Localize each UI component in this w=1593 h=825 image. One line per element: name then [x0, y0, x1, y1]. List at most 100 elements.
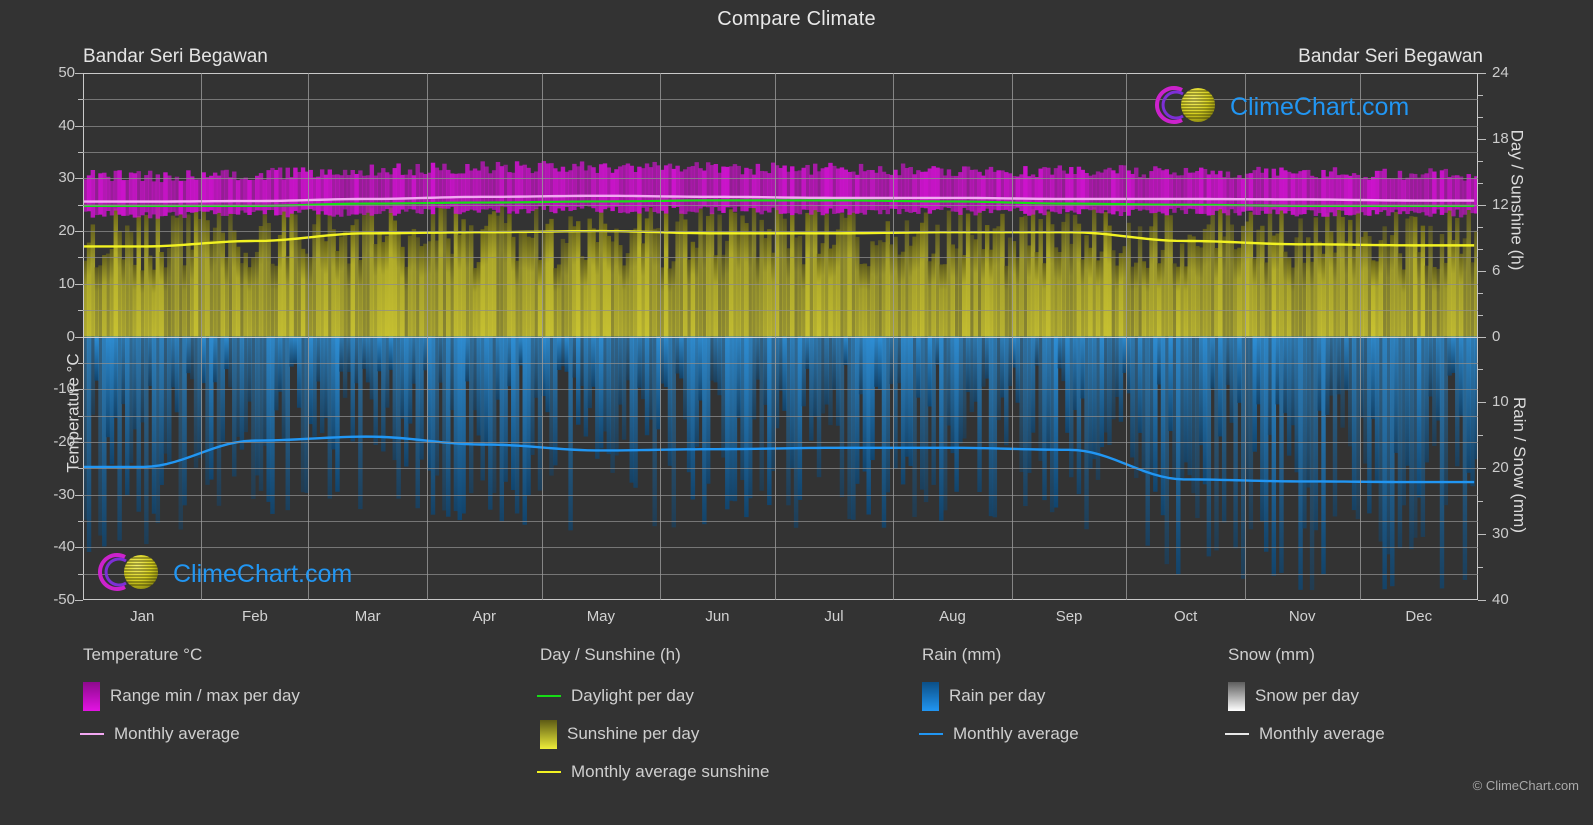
gridline-vertical	[1011, 73, 1013, 600]
x-axis-tick-label: Nov	[1288, 608, 1316, 625]
legend-group-title: Day / Sunshine (h)	[540, 645, 681, 664]
plot-border-top	[83, 73, 1478, 74]
legend-item-label: Monthly average	[953, 724, 1079, 743]
legend-item-label: Monthly average sunshine	[571, 762, 770, 781]
y-axis-left-tick	[75, 441, 83, 443]
climate-chart-page: Compare Climate Bandar Seri Begawan Band…	[0, 0, 1593, 825]
y-axis-left-tick-minor	[78, 152, 83, 154]
gridline-horizontal	[83, 520, 1478, 522]
gridline-vertical	[1126, 73, 1128, 600]
y-axis-left-tick	[75, 389, 83, 391]
zero-line	[83, 336, 1478, 338]
legend-item-label: Sunshine per day	[567, 724, 700, 743]
plot-area	[83, 73, 1478, 600]
x-axis-tick-label: Oct	[1173, 608, 1198, 625]
x-axis-tick-label: Dec	[1405, 608, 1433, 625]
legend-item-label: Daylight per day	[571, 686, 694, 705]
x-axis-tick-label: May	[586, 608, 616, 625]
gridline-vertical	[774, 73, 776, 600]
y-axis-left-tick-label: -20	[53, 432, 75, 450]
y-axis-right-bottom-tick	[1478, 534, 1486, 536]
climechart-logo-icon	[95, 550, 171, 599]
x-axis-tick-label: Aug	[939, 608, 966, 625]
y-axis-right-top-tick-label: 18	[1492, 129, 1509, 147]
y-axis-right-top-tick-minor	[1478, 226, 1483, 228]
legend-item[interactable]: Sunshine per day	[540, 715, 769, 753]
gridline-vertical	[660, 73, 662, 600]
legend-item[interactable]: Snow per day	[1228, 677, 1385, 715]
gridline-horizontal	[83, 178, 1478, 180]
y-axis-left-tick	[75, 73, 83, 74]
legend-item[interactable]: Daylight per day	[537, 677, 769, 715]
y-axis-right-top-tick	[1478, 204, 1486, 206]
y-axis-left-tick	[75, 547, 83, 549]
legend-item[interactable]: Monthly average	[80, 715, 300, 753]
climechart-logo-text: ClimeChart.com	[1230, 93, 1410, 121]
y-axis-left-label: Temperature °C	[63, 352, 83, 473]
gridline-horizontal	[83, 257, 1478, 259]
x-axis-tick-label: Jul	[824, 608, 844, 625]
x-axis-tick-label: Jan	[130, 608, 155, 625]
y-axis-left-tick-minor	[78, 362, 83, 364]
y-axis-right-bottom-tick-label: 40	[1492, 591, 1509, 608]
gridline-vertical	[426, 73, 428, 600]
y-axis-right-top-tick-minor	[1478, 116, 1483, 118]
y-axis-left-tick-minor	[78, 204, 83, 206]
gridline-horizontal	[83, 494, 1478, 496]
gridline-vertical	[541, 73, 543, 600]
legend-line-icon	[919, 733, 943, 735]
y-axis-left-tick-label: -30	[53, 485, 75, 503]
climechart-logo-top[interactable]: ClimeChart.com	[1152, 83, 1409, 132]
gridline-vertical	[201, 73, 203, 600]
x-axis-tick-label: Mar	[354, 608, 381, 625]
y-axis-right-top-tick-minor	[1478, 314, 1483, 316]
gridline-horizontal	[83, 152, 1478, 154]
gridline-horizontal	[83, 415, 1478, 417]
gridline-horizontal	[83, 389, 1478, 391]
y-axis-right-top-tick-label: 24	[1492, 64, 1509, 81]
y-axis-right-top-tick-label: 12	[1492, 195, 1509, 213]
y-axis-right-top-tick-label: 0	[1492, 327, 1501, 345]
legend-item[interactable]: Rain per day	[922, 677, 1079, 715]
y-axis-left-tick-label: -50	[53, 591, 75, 608]
gridline-horizontal	[83, 283, 1478, 285]
plot-border-bottom	[83, 599, 1478, 600]
y-axis-right-top-tick-minor	[1478, 292, 1483, 294]
gridline-horizontal	[83, 204, 1478, 206]
y-axis-left-tick-minor	[78, 415, 83, 417]
y-axis-right-top-tick-minor	[1478, 160, 1483, 162]
y-axis-right-bottom-tick-minor	[1478, 567, 1483, 569]
y-axis-right-top-tick-minor	[1478, 248, 1483, 250]
legend-line-icon	[537, 771, 561, 773]
legend-item[interactable]: Monthly average sunshine	[537, 753, 770, 791]
y-axis-right-bottom-tick	[1478, 402, 1486, 404]
climechart-logo-bottom[interactable]: ClimeChart.com	[95, 550, 352, 599]
y-axis-left-tick	[75, 494, 83, 496]
legend-item[interactable]: Monthly average	[1225, 715, 1385, 753]
x-axis-tick-label: Feb	[242, 608, 268, 625]
gridline-vertical	[308, 73, 310, 600]
legend-swatch-icon	[83, 681, 100, 711]
y-axis-left-tick-label: 50	[58, 64, 75, 81]
y-axis-right-bottom-tick-label: 30	[1492, 525, 1509, 543]
gridline-horizontal	[83, 310, 1478, 312]
location-title-left: Bandar Seri Begawan	[83, 46, 268, 67]
y-axis-left-tick-label: 20	[58, 222, 75, 240]
y-axis-left-tick-label: -10	[53, 380, 75, 398]
legend-group: Snow (mm) Snow per day Monthly average	[1225, 645, 1385, 753]
legend-group: Rain (mm) Rain per day Monthly average	[919, 645, 1079, 753]
legend-item-label: Monthly average	[1259, 724, 1385, 743]
y-axis-right-top-tick-minor	[1478, 182, 1483, 184]
gridline-vertical	[893, 73, 895, 600]
x-axis-tick-label: Jun	[705, 608, 730, 625]
legend-group: Temperature °C Range min / max per day Mon…	[80, 645, 300, 753]
legend-item[interactable]: Range min / max per day	[83, 677, 300, 715]
gridline-horizontal	[83, 231, 1478, 233]
gridline-vertical	[1359, 73, 1361, 600]
legend-item[interactable]: Monthly average	[919, 715, 1079, 753]
y-axis-left-tick	[75, 336, 83, 338]
y-axis-left-tick-minor	[78, 573, 83, 575]
legend-item-label: Rain per day	[949, 686, 1046, 705]
gridline-vertical	[1244, 73, 1246, 600]
y-axis-left-tick-minor	[78, 520, 83, 522]
